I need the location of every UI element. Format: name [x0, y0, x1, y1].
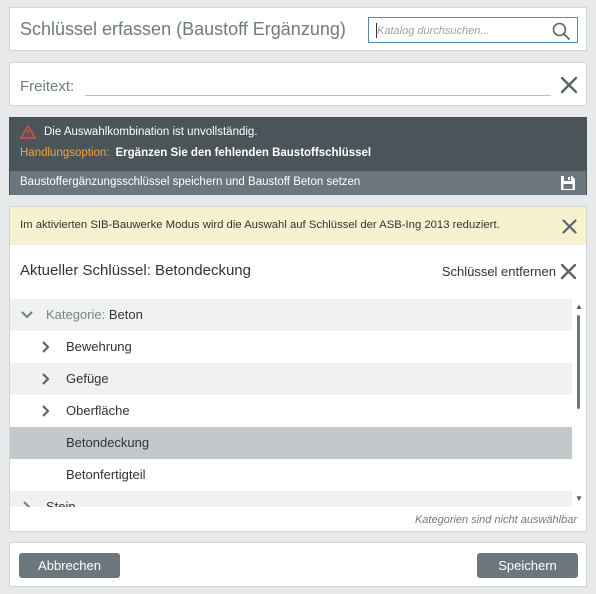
save-button[interactable]: Speichern	[477, 553, 578, 578]
tree-item-selected[interactable]: Betondeckung	[10, 427, 572, 459]
dialog-header: Schlüssel erfassen (Baustoff Ergänzung)	[9, 7, 587, 51]
current-key-label: Aktueller Schlüssel: Betondeckung	[20, 262, 251, 279]
action-option-row: Handlungsoption: Ergänzen Sie den fehlend…	[20, 147, 371, 159]
chevron-right-icon[interactable]	[39, 404, 53, 418]
tree-category-partial[interactable]: Stein	[10, 491, 572, 507]
freitext-panel: Freitext:	[9, 62, 587, 106]
freitext-label: Freitext:	[20, 78, 75, 95]
tree-item[interactable]: Bewehrung	[10, 331, 572, 363]
cancel-button[interactable]: Abbrechen	[19, 553, 120, 578]
catalog-search-box[interactable]	[368, 17, 578, 43]
key-selection-panel: Im aktivierten SIB-Bauwerke Modus wird d…	[9, 206, 587, 532]
save-supplement-text: Baustoffergänzungsschlüssel speichern un…	[20, 176, 361, 188]
close-icon[interactable]	[560, 263, 577, 280]
close-icon[interactable]	[560, 76, 578, 94]
dialog-footer: Abbrechen Speichern	[9, 542, 587, 587]
remove-key-button[interactable]: Schlüssel entfernen	[442, 261, 577, 281]
warning-message-row: Die Auswahlkombination ist unvollständig…	[20, 124, 258, 140]
categories-note: Kategorien sind nicht auswählbar	[414, 514, 577, 526]
tree-item[interactable]: Betonfertigteil	[10, 459, 572, 491]
remove-key-label: Schlüssel entfernen	[441, 263, 556, 279]
chevron-right-icon[interactable]	[20, 500, 34, 507]
info-text: Im aktivierten SIB-Bauwerke Modus wird d…	[20, 219, 500, 231]
tree-item-label: Oberfläche	[66, 403, 130, 418]
category-prefix: Kategorie:	[46, 307, 106, 322]
tree-item-label: Gefüge	[66, 371, 109, 386]
freitext-input[interactable]	[85, 77, 551, 94]
tree-item-label: Betonfertigteil	[66, 467, 146, 482]
tree-scrollbar[interactable]: ▲ ▼	[573, 299, 585, 507]
scrollbar-thumb[interactable]	[577, 315, 580, 409]
warning-message: Die Auswahlkombination ist unvollständig…	[44, 126, 258, 138]
tree-item[interactable]: Oberfläche	[10, 395, 572, 427]
dialog-title: Schlüssel erfassen (Baustoff Ergänzung)	[20, 19, 346, 39]
tree-category-beton[interactable]: Kategorie: Beton	[10, 299, 572, 331]
floppy-disk-icon[interactable]	[560, 175, 576, 191]
freitext-field-underline	[85, 77, 551, 96]
scroll-down-arrow-icon[interactable]: ▼	[575, 495, 583, 503]
warning-panel: Die Auswahlkombination ist unvollständig…	[9, 117, 587, 195]
tree-category-label: Kategorie: Beton	[46, 307, 143, 322]
chevron-right-icon[interactable]	[39, 372, 53, 386]
search-icon[interactable]	[551, 21, 571, 41]
tree-category-label: Stein	[46, 499, 76, 507]
catalog-search-input[interactable]	[377, 22, 547, 39]
scroll-up-arrow-icon[interactable]: ▲	[575, 303, 583, 311]
tree-item-label: Betondeckung	[66, 435, 150, 450]
warning-triangle-icon	[20, 125, 36, 139]
close-icon[interactable]	[562, 219, 577, 234]
category-value: Beton	[108, 307, 143, 322]
info-banner: Im aktivierten SIB-Bauwerke Modus wird d…	[10, 207, 586, 245]
save-supplement-bar[interactable]: Baustoffergänzungsschlüssel speichern un…	[10, 171, 586, 195]
chevron-down-icon[interactable]	[20, 308, 34, 322]
chevron-right-icon[interactable]	[39, 340, 53, 354]
catalog-tree[interactable]: Kategorie: Beton Bewehrung Gefüge Oberfl…	[10, 299, 572, 507]
action-option-label: Handlungsoption:	[20, 147, 110, 159]
tree-item[interactable]: Gefüge	[10, 363, 572, 395]
tree-item-label: Bewehrung	[66, 339, 132, 354]
action-option-text: Ergänzen Sie den fehlenden Baustoffschlü…	[115, 147, 372, 159]
